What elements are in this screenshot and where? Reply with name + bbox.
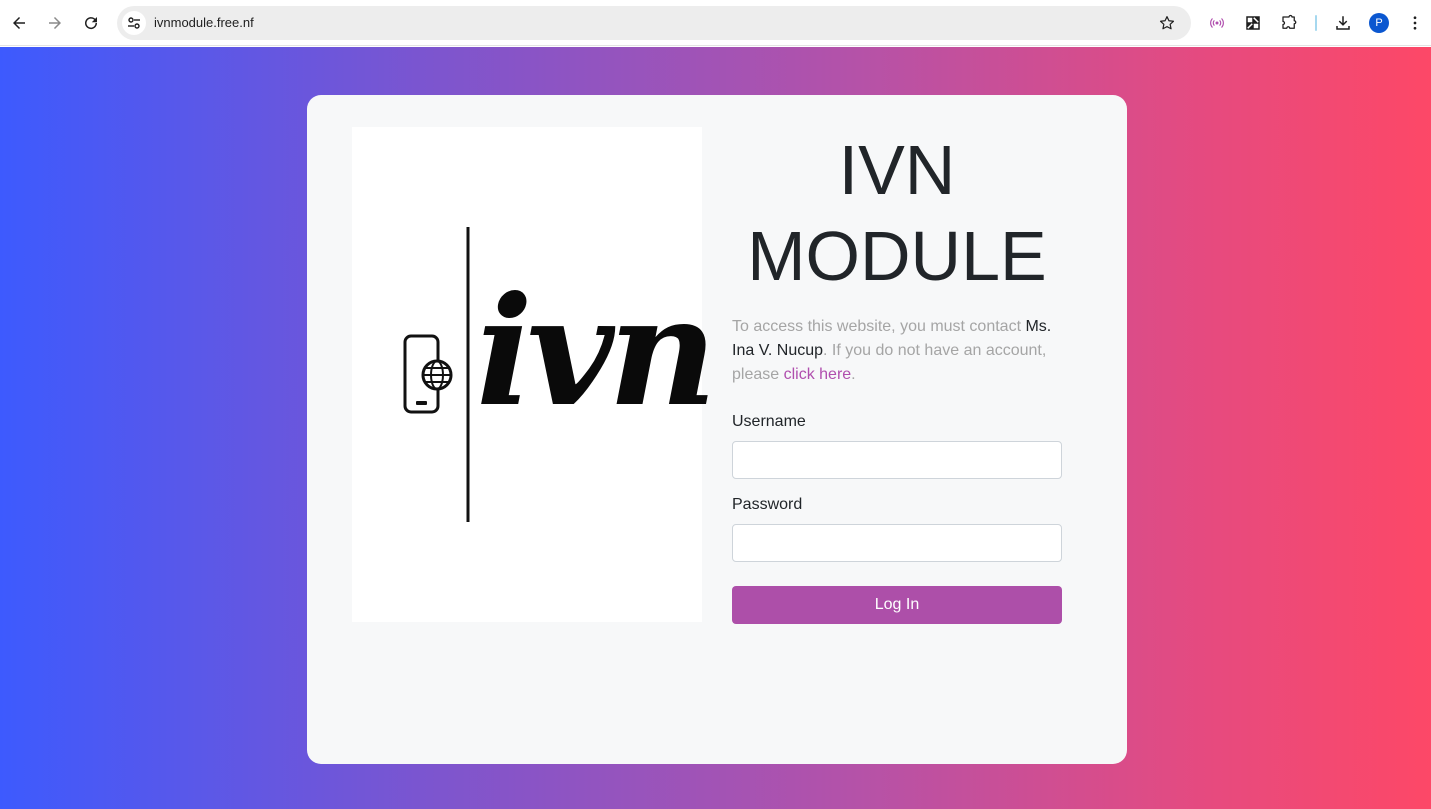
bookmark-button[interactable] — [1157, 13, 1177, 33]
password-label: Password — [732, 496, 803, 513]
username-input[interactable] — [732, 441, 1062, 479]
kebab-menu-icon — [1413, 16, 1417, 30]
access-info-text: To access this website, you must contact… — [732, 315, 1062, 387]
url-text[interactable]: ivnmodule.free.nf — [154, 15, 254, 30]
logo-wordmark: ivn — [476, 264, 717, 440]
register-link[interactable]: click here — [784, 366, 852, 383]
info-text-part3: . — [851, 366, 856, 383]
address-bar[interactable]: ivnmodule.free.nf — [117, 6, 1191, 40]
extension-puzzle-grid-button[interactable] — [1241, 11, 1265, 35]
login-form: IVN MODULE To access this website, you m… — [732, 127, 1062, 624]
password-input[interactable] — [732, 524, 1062, 562]
back-button[interactable] — [5, 9, 33, 37]
toolbar-divider — [1315, 15, 1317, 31]
login-button[interactable]: Log In — [732, 586, 1062, 624]
download-icon — [1336, 16, 1350, 30]
reload-icon — [85, 17, 98, 30]
info-text-part1: To access this website, you must contact — [732, 318, 1026, 335]
reload-button[interactable] — [77, 9, 105, 37]
page-title: IVN MODULE — [732, 127, 1062, 299]
profile-avatar[interactable]: P — [1369, 13, 1389, 33]
login-card: ivn IVN MODULE To access this website, y… — [307, 95, 1127, 764]
browser-menu-button[interactable] — [1403, 11, 1427, 35]
star-icon — [1159, 16, 1175, 30]
title-line-1: IVN — [838, 131, 956, 209]
arrow-left-icon — [13, 17, 25, 29]
page-background: ivn IVN MODULE To access this website, y… — [0, 47, 1431, 809]
extensions-button[interactable] — [1277, 11, 1301, 35]
title-line-2: MODULE — [747, 217, 1047, 295]
puzzle-grid-icon — [1246, 16, 1260, 30]
downloads-button[interactable] — [1331, 11, 1355, 35]
username-label: Username — [732, 413, 806, 430]
logo-panel: ivn — [352, 127, 717, 622]
puzzle-icon — [1282, 14, 1297, 29]
extension-broadcast-button[interactable] — [1205, 11, 1229, 35]
broadcast-icon — [1210, 18, 1224, 28]
arrow-right-icon — [49, 17, 61, 29]
tune-icon — [128, 17, 140, 29]
browser-toolbar: ivnmodule.free.nf P — [0, 0, 1431, 46]
site-info-button[interactable] — [122, 11, 146, 35]
forward-button[interactable] — [41, 9, 69, 37]
